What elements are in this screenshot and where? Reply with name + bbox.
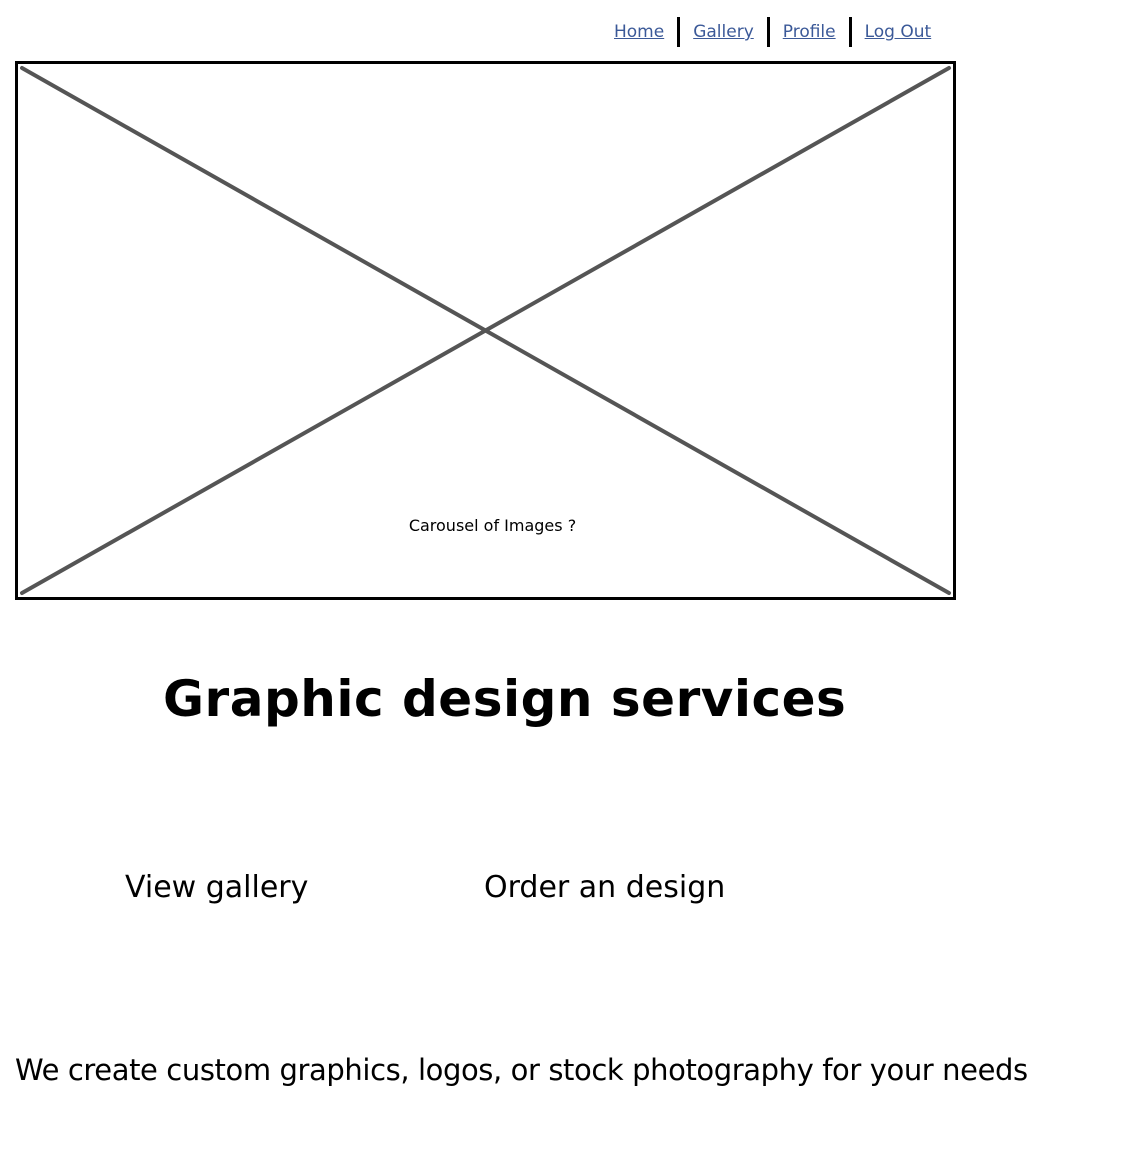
nav-separator xyxy=(677,17,681,47)
nav-link-home[interactable]: Home xyxy=(612,22,666,42)
nav-separator xyxy=(848,17,852,47)
view-gallery-link[interactable]: View gallery xyxy=(125,866,308,910)
top-navigation: Home Gallery Profile Log Out xyxy=(612,16,933,48)
page-title: Graphic design services xyxy=(163,670,847,728)
carousel-caption: Carousel of Images ? xyxy=(408,516,577,535)
nav-link-gallery[interactable]: Gallery xyxy=(691,22,756,42)
nav-link-profile[interactable]: Profile xyxy=(781,22,838,42)
nav-link-log-out[interactable]: Log Out xyxy=(863,22,934,42)
order-design-link[interactable]: Order an design xyxy=(484,866,725,910)
nav-separator xyxy=(766,17,770,47)
image-carousel-placeholder[interactable]: Carousel of Images ? xyxy=(15,61,956,600)
tagline: We create custom graphics, logos, or sto… xyxy=(15,1053,1028,1087)
